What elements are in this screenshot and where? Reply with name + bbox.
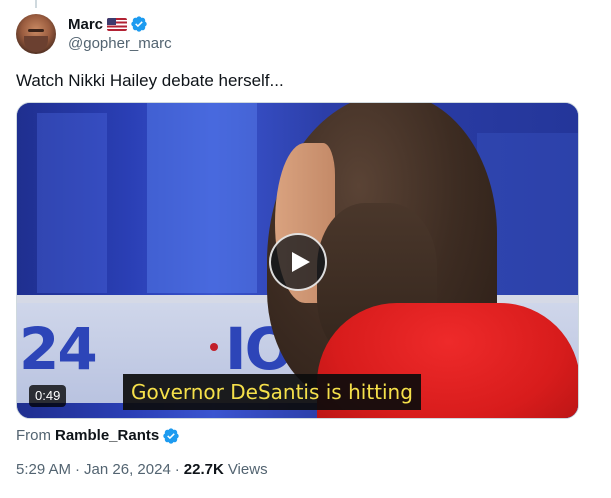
separator: · xyxy=(174,461,180,478)
views-label: Views xyxy=(227,461,268,478)
avatar-beard xyxy=(24,36,48,52)
video-duration: 0:49 xyxy=(29,385,67,407)
separator: · xyxy=(75,461,81,478)
author-handle[interactable]: @gopher_marc xyxy=(68,34,172,54)
media-source: From Ramble_Rants xyxy=(16,426,180,446)
verified-badge-icon[interactable] xyxy=(162,427,180,445)
author-display-name[interactable]: Marc xyxy=(68,16,103,33)
source-account-link[interactable]: Ramble_Rants xyxy=(55,426,159,446)
tweet-metadata: 5:29 AM · Jan 26, 2024 · 22.7K Views xyxy=(16,460,268,480)
thread-line xyxy=(35,0,37,8)
play-button[interactable] xyxy=(269,233,327,291)
name-row: Marc xyxy=(68,14,172,34)
board-dot xyxy=(210,343,218,351)
tweet-header: Marc @gopher_marc xyxy=(16,12,172,56)
tweet-time[interactable]: 5:29 AM xyxy=(16,460,71,480)
video-caption: Governor DeSantis is hitting xyxy=(123,374,421,410)
board-text-left: 24 xyxy=(19,315,98,383)
tweet-text: Watch Nikki Hailey debate herself... xyxy=(16,71,284,90)
video-player[interactable]: 24 IO Governor DeSantis is hitting 0:49 xyxy=(16,102,579,419)
from-label: From xyxy=(16,427,51,444)
avatar[interactable] xyxy=(16,14,56,54)
studio-panel xyxy=(37,113,107,293)
studio-panel xyxy=(147,103,257,293)
views-count[interactable]: 22.7K xyxy=(184,460,224,480)
play-icon xyxy=(292,252,310,272)
author-info: Marc @gopher_marc xyxy=(68,14,172,54)
us-flag-icon xyxy=(107,17,128,31)
avatar-eyes xyxy=(28,29,44,32)
tweet-date[interactable]: Jan 26, 2024 xyxy=(84,460,171,480)
verified-badge-icon[interactable] xyxy=(130,15,148,33)
